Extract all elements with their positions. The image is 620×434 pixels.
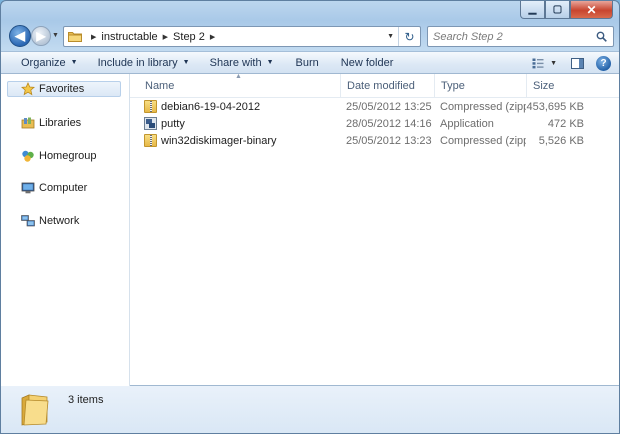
breadcrumb-step-2[interactable]: Step 2 — [173, 31, 205, 43]
breadcrumb-separator[interactable]: ▶ — [210, 33, 215, 41]
file-type: Application — [440, 117, 494, 130]
include-in-library-button[interactable]: Include in library ▼ — [88, 57, 200, 69]
sidebar-item-label: Network — [39, 215, 80, 227]
column-header-type[interactable]: Type — [434, 74, 526, 98]
address-bar[interactable]: ▶ instructable ▶ Step 2 ▶ ▼ ↻ — [63, 26, 421, 47]
preview-pane-icon[interactable] — [571, 57, 584, 69]
sidebar-item-favorites[interactable]: Favorites — [7, 81, 121, 97]
column-header-name[interactable]: Name — [139, 74, 345, 98]
sidebar-item-libraries[interactable]: Libraries — [21, 115, 81, 131]
view-options-chevron-icon[interactable]: ▼ — [550, 60, 557, 67]
star-icon — [21, 82, 35, 96]
dropdown-arrow-icon: ▼ — [182, 59, 190, 66]
file-size: 5,526 KB — [538, 134, 584, 147]
forward-button[interactable]: ▶ — [31, 26, 51, 46]
content-area: Favorites Libraries Homegroup Computer N… — [1, 73, 619, 386]
folder-icon — [68, 31, 82, 42]
breadcrumb-separator[interactable]: ▶ — [163, 33, 168, 41]
details-pane: 3 items — [1, 386, 619, 433]
organize-label: Organize — [21, 56, 66, 69]
search-box[interactable] — [427, 26, 614, 47]
sidebar-item-network[interactable]: Network — [21, 213, 79, 229]
command-bar: Organize ▼ Include in library ▼ Share with… — [1, 51, 619, 74]
column-header-date-modified[interactable]: Date modified — [340, 74, 434, 98]
back-button[interactable]: ◀ — [9, 25, 31, 47]
column-header-size[interactable]: Size — [526, 74, 619, 98]
share-with-label: Share with — [209, 56, 262, 69]
dropdown-arrow-icon: ▼ — [70, 59, 78, 66]
file-row[interactable]: debian6-19-04-2012 25/05/2012 13:25 Comp… — [130, 98, 619, 115]
change-view-icon[interactable] — [532, 58, 544, 69]
file-row[interactable]: win32diskimager-binary 25/05/2012 13:23 … — [130, 132, 619, 149]
sidebar-item-homegroup[interactable]: Homegroup — [21, 148, 96, 164]
file-name: win32diskimager-binary — [161, 134, 277, 147]
breadcrumb-separator[interactable]: ▶ — [91, 33, 96, 41]
file-type: Compressed (zipp... — [440, 134, 526, 147]
sidebar-item-label: Libraries — [39, 117, 82, 129]
share-with-button[interactable]: Share with ▼ — [200, 57, 284, 69]
item-count: 3 items — [68, 394, 104, 406]
file-date: 25/05/2012 13:25 — [346, 100, 432, 113]
view-controls: ▼ ? — [532, 52, 619, 74]
dropdown-arrow-icon: ▼ — [266, 59, 274, 66]
recent-pages-chevron-icon[interactable]: ▼ — [52, 32, 59, 39]
zip-folder-icon — [144, 134, 157, 147]
file-size: 472 KB — [547, 117, 584, 130]
file-type: Compressed (zipp... — [440, 100, 526, 113]
burn-button[interactable]: Burn — [284, 57, 331, 69]
file-name: debian6-19-04-2012 — [161, 100, 261, 113]
help-icon[interactable]: ? — [596, 55, 611, 71]
refresh-button[interactable]: ↻ — [398, 27, 420, 46]
organize-button[interactable]: Organize ▼ — [1, 57, 88, 69]
close-button[interactable]: ✕ — [570, 1, 613, 19]
search-input[interactable] — [433, 30, 593, 43]
navigation-pane: Favorites Libraries Homegroup Computer N… — [1, 74, 130, 386]
zip-folder-icon — [144, 100, 157, 113]
breadcrumb-instructable[interactable]: instructable — [101, 31, 157, 43]
file-row[interactable]: putty 28/05/2012 14:16 Application 472 K… — [130, 115, 619, 132]
explorer-window: ▁ ▢ ✕ ◀ ▶ ▼ ▶ instructable ▶ Step 2 ▶ ▼ … — [0, 0, 620, 434]
column-header-row: ▲ Name Date modified Type Size — [130, 73, 619, 98]
file-name-cell: debian6-19-04-2012 — [144, 98, 260, 115]
address-history-chevron-icon[interactable]: ▼ — [387, 33, 394, 40]
sidebar-item-computer[interactable]: Computer — [21, 180, 87, 196]
caption-buttons: ▁ ▢ ✕ — [520, 1, 613, 19]
maximize-button[interactable]: ▢ — [545, 1, 570, 19]
file-size: 453,695 KB — [526, 100, 585, 113]
new-folder-button[interactable]: New folder — [331, 57, 404, 69]
computer-icon — [21, 181, 35, 195]
network-icon — [21, 214, 35, 228]
folder-icon — [21, 394, 49, 426]
file-name-cell: putty — [144, 115, 185, 132]
file-date: 28/05/2012 14:16 — [346, 117, 432, 130]
libraries-icon — [21, 116, 35, 130]
file-name: putty — [161, 117, 185, 130]
sidebar-item-label: Favorites — [39, 83, 85, 95]
application-icon — [144, 117, 157, 130]
sidebar-item-label: Homegroup — [39, 150, 97, 162]
homegroup-icon — [21, 149, 35, 163]
include-in-library-label: Include in library — [97, 56, 178, 69]
file-name-cell: win32diskimager-binary — [144, 132, 277, 149]
search-icon[interactable] — [596, 31, 607, 42]
minimize-button[interactable]: ▁ — [520, 1, 545, 19]
file-date: 25/05/2012 13:23 — [346, 134, 432, 147]
sidebar-item-label: Computer — [39, 182, 88, 194]
